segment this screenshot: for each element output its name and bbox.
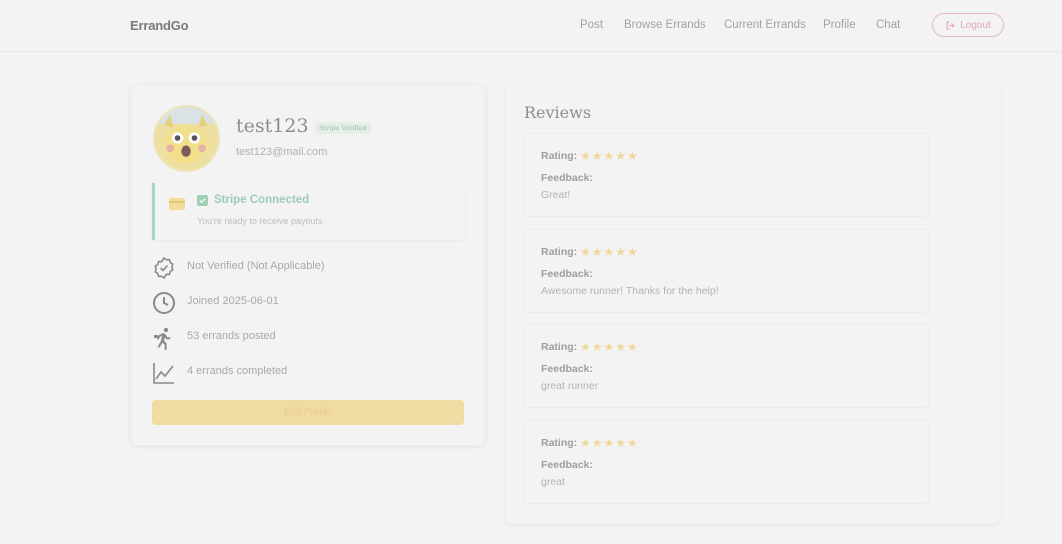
- star-rating-icon: ★★★★★: [580, 436, 639, 450]
- profile-email: test123@mail.com: [236, 146, 328, 158]
- feedback-label: Feedback:: [541, 459, 593, 471]
- top-navbar: ErrandGo Post Browse Errands Current Err…: [0, 0, 1062, 52]
- star-rating-icon: ★★★★★: [580, 149, 639, 163]
- rating-label: Rating:: [541, 150, 578, 162]
- rating-label: Rating:: [541, 246, 578, 258]
- logout-icon: [946, 21, 955, 29]
- nav-link-post[interactable]: Post: [580, 19, 603, 31]
- feedback-text: great runner: [541, 380, 599, 392]
- verification-status-text: Not Verified (Not Applicable): [187, 260, 325, 272]
- review-card: Rating: ★★★★★ Feedback: great runner: [524, 324, 929, 408]
- avatar: [153, 105, 220, 172]
- running-person-icon: [154, 327, 171, 350]
- feedback-text: great: [541, 476, 565, 488]
- chart-line-icon: [153, 363, 174, 384]
- feedback-text: Awesome runner! Thanks for the help!: [541, 285, 719, 297]
- stripe-connected-title: Stripe Connected: [214, 194, 310, 206]
- badge-check-icon: [154, 256, 174, 280]
- stripe-verified-badge: Stripe Verified: [315, 122, 371, 134]
- credit-card-icon: [169, 198, 185, 210]
- info-row-errands-completed: 4 errands completed: [152, 360, 287, 386]
- feedback-label: Feedback:: [541, 172, 593, 184]
- review-card: Rating: ★★★★★ Feedback: Awesome runner! …: [524, 229, 929, 313]
- nav-link-profile[interactable]: Profile: [823, 19, 856, 31]
- stripe-connected-subtitle: You're ready to receive payouts: [197, 216, 323, 226]
- review-card: Rating: ★★★★★ Feedback: Great!: [524, 133, 929, 217]
- logout-label: Logout: [960, 19, 991, 31]
- stripe-status-box: Stripe Connected You're ready to receive…: [152, 183, 465, 240]
- feedback-text: Great!: [541, 189, 571, 201]
- logout-button[interactable]: Logout: [932, 13, 1004, 37]
- nav-link-current-errands[interactable]: Current Errands: [724, 19, 806, 31]
- info-row-joined: Joined 2025-06-01: [152, 290, 279, 316]
- star-rating-icon: ★★★★★: [580, 340, 639, 354]
- rating-label: Rating:: [541, 341, 578, 353]
- errands-posted-text: 53 errands posted: [187, 330, 276, 342]
- reviews-panel: Reviews Rating: ★★★★★ Feedback: Great! R…: [505, 84, 1001, 524]
- profile-card: test123 Stripe Verified test123@mail.com…: [130, 84, 486, 446]
- joined-date-text: Joined 2025-06-01: [187, 295, 279, 307]
- avatar-image: [155, 107, 218, 170]
- edit-profile-button[interactable]: Edit Profile: [152, 400, 464, 425]
- errands-completed-text: 4 errands completed: [187, 365, 288, 377]
- feedback-label: Feedback:: [541, 268, 593, 280]
- review-card: Rating: ★★★★★ Feedback: great: [524, 420, 929, 504]
- star-rating-icon: ★★★★★: [580, 245, 639, 259]
- checkbox-check-icon: [197, 195, 208, 206]
- feedback-label: Feedback:: [541, 363, 593, 375]
- nav-link-browse-errands[interactable]: Browse Errands: [624, 19, 706, 31]
- profile-username: test123: [236, 115, 309, 137]
- nav-link-chat[interactable]: Chat: [876, 19, 900, 31]
- info-row-verification: Not Verified (Not Applicable): [152, 255, 325, 281]
- clock-icon: [153, 292, 175, 314]
- brand-logo[interactable]: ErrandGo: [130, 18, 189, 33]
- rating-label: Rating:: [541, 437, 578, 449]
- reviews-title: Reviews: [524, 103, 592, 122]
- info-row-errands-posted: 53 errands posted: [152, 325, 276, 351]
